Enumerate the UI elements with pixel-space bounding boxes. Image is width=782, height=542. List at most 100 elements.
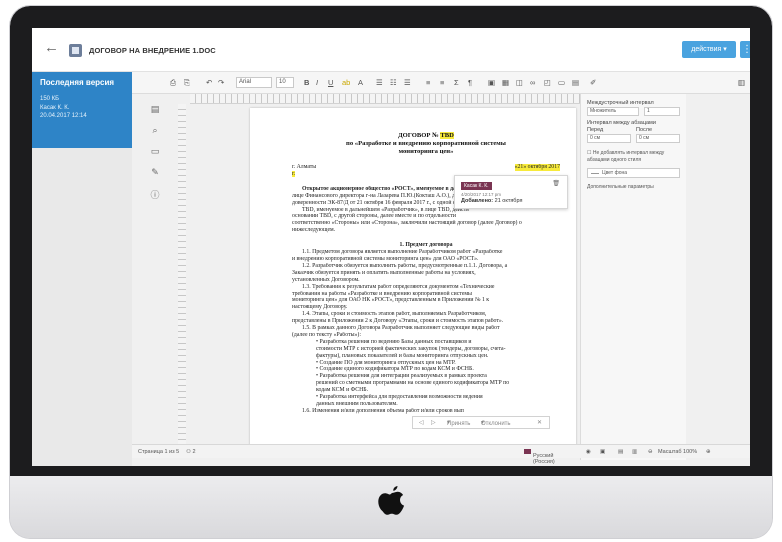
clause-line: 1.5. В рамках данного Договора Разработч… [302, 325, 500, 332]
textbox-icon[interactable]: ▭ [558, 78, 565, 88]
chart-icon[interactable]: ◫ [516, 78, 523, 88]
font-name-select[interactable]: Arial [236, 77, 272, 88]
review-icon[interactable]: ✎ [144, 167, 166, 188]
bullet-line: • Создание единого кодификатора МТР по к… [316, 366, 474, 373]
paragraph-spacing-labels: Перед После [587, 127, 680, 134]
underline-button[interactable]: U [328, 78, 333, 88]
more-button[interactable]: ⋮ [740, 41, 750, 58]
spellcheck-icon[interactable]: ◉ [586, 449, 591, 455]
paragraph-icon[interactable]: ¶ [468, 78, 472, 88]
horizontal-ruler[interactable] [190, 94, 642, 104]
panel-toggle-icon[interactable]: ▥ [738, 78, 745, 88]
bullet-line: стоимости МТР с историей фактических зак… [316, 345, 506, 352]
comment-date: 4/20/2017 12:17 pm [461, 192, 502, 197]
page-counter[interactable]: Страница 1 из 5 [138, 449, 179, 455]
link-icon[interactable]: ∞ [530, 78, 535, 88]
apple-logo-icon [378, 486, 405, 515]
left-tools: ▤ ⌕ ▭ ✎ ⓘ [144, 104, 166, 209]
redo-icon[interactable]: ↷ [218, 78, 224, 88]
align-center-icon[interactable]: ≡ [440, 78, 444, 88]
city-text: г. Алматы [292, 164, 317, 170]
advanced-settings-link[interactable]: Дополнительные параметры [587, 184, 680, 190]
section-title: 1. Предмет договора [399, 242, 453, 249]
language-label: Русский (Россия) [533, 453, 555, 465]
comment-author: Касак К. К. [461, 182, 492, 190]
shape-icon[interactable]: ◰ [544, 78, 551, 88]
version-panel[interactable]: Последняя версия 150 КБ Касак К. К. 20.0… [32, 72, 132, 148]
document-file-icon [69, 44, 82, 57]
users-icon[interactable]: ⚇ 2 [186, 449, 196, 455]
next-change-icon[interactable]: ▷ [431, 419, 436, 426]
same-style-checkbox[interactable]: ☐ Не добавлять интервал между абзацами о… [587, 150, 680, 163]
bold-button[interactable]: B [304, 78, 309, 88]
spacing-before-field[interactable]: 0 см [587, 134, 631, 143]
page-break-icon[interactable]: ▤ [572, 78, 579, 88]
bullet-line: • Разработка решения по ведению Базы дан… [316, 338, 472, 345]
copy-icon[interactable]: ⎘ [184, 78, 190, 88]
clause-line: и внедрению корпоративной системы монито… [292, 255, 479, 262]
city-date-line: г. Алматы «21» октября 2017 [292, 164, 560, 171]
actions-button[interactable]: действия ▾ [682, 41, 736, 58]
after-label: После [636, 127, 653, 133]
accept-label: Принять [447, 421, 471, 427]
clause-line: 1.3. Требования к результатам работ опре… [302, 283, 495, 290]
background-color-button[interactable]: Цвет фона [587, 168, 680, 178]
bullet-list-icon[interactable]: ☰ [376, 78, 383, 88]
undo-icon[interactable]: ↶ [206, 78, 212, 88]
track-changes-icon[interactable]: ▣ [600, 449, 605, 455]
bullet-line: • Разработка решения для интеграции реал… [316, 373, 487, 380]
italic-button[interactable]: I [316, 78, 318, 88]
zoom-level[interactable]: Масштаб 100% [658, 449, 697, 455]
zoom-out-icon[interactable]: ⊖ [648, 449, 653, 455]
zoom-in-icon[interactable]: ⊕ [706, 449, 711, 455]
party-line-7: нижеследующем. [292, 227, 336, 234]
app-header: ← ДОГОВОР НА ВНЕДРЕНИЕ 1.DOC действия ▾ … [32, 28, 750, 72]
document-page[interactable]: ДОГОВОР № TBD по «Разработке и внедрению… [250, 108, 576, 447]
search-icon[interactable]: ⌕ [144, 125, 166, 146]
spacing-after-field[interactable]: 0 см [636, 134, 680, 143]
back-arrow-icon[interactable]: ← [44, 40, 59, 55]
info-icon[interactable]: ⓘ [144, 188, 166, 209]
clause-line: представлены в Приложении 2 к Договору «… [292, 318, 504, 325]
accept-button[interactable]: Принять ▾ [447, 419, 470, 427]
close-review-button[interactable]: ✕ [537, 419, 542, 426]
language-indicator[interactable]: Русский (Россия) [524, 449, 555, 465]
clause-line: 1.6. Изменения и/или дополнения объема р… [302, 407, 464, 414]
table-icon[interactable]: ▦ [502, 78, 509, 88]
version-author: Касак К. К. [40, 104, 70, 111]
version-date: 20.04.2017 12:14 [40, 113, 87, 119]
font-size-select[interactable]: 10 [276, 77, 294, 88]
clear-format-icon[interactable]: ✐ [590, 78, 596, 88]
comment-popup[interactable]: Касак К. К. 🗑 4/20/2017 12:17 pm Добавле… [454, 175, 568, 209]
fit-page-icon[interactable]: ▤ [618, 449, 623, 455]
line-spacing-select[interactable]: Множитель [587, 107, 639, 116]
clause-line: (далее по тексту «Работы»): [292, 331, 361, 338]
vertical-ruler[interactable] [178, 104, 186, 446]
line-spacing-value[interactable]: 1 [644, 107, 680, 116]
formatting-toolbar: ⎙ ⎘ ↶ ↷ Arial 10 B I U ab A ☰ ☷ ☰ ≡ ≡ Σ [132, 72, 750, 94]
reject-button[interactable]: Отклонить ▾ [481, 419, 511, 427]
clause-line: 1.2. Разработчик обязуется выполнить раб… [302, 262, 508, 269]
comments-icon[interactable]: ▭ [144, 146, 166, 167]
save-icon[interactable]: ⎙ [170, 78, 176, 88]
party-line-6: соответственно «Стороны» или «Сторона», … [292, 220, 522, 227]
bullet-line: фактуры), плановых показателей и базы мо… [316, 352, 489, 359]
previous-change-icon[interactable]: ◁ [419, 419, 424, 426]
version-title: Последняя версия [40, 78, 115, 87]
clause-line: установленных Договором. [292, 276, 360, 283]
align-left-icon[interactable]: ≡ [426, 78, 430, 88]
highlight-icon[interactable]: ab [342, 78, 350, 88]
comment-label: Добавлено: [461, 198, 494, 204]
image-icon[interactable]: ▣ [488, 78, 495, 88]
trash-icon[interactable]: 🗑 [552, 180, 560, 187]
clause-line: требования на работы «Разработке и внедр… [292, 290, 472, 297]
navigation-icon[interactable]: ▤ [144, 104, 166, 125]
sigma-icon[interactable]: Σ [454, 78, 459, 88]
font-color-icon[interactable]: A [358, 78, 363, 88]
date-suffix-text: г. [292, 170, 296, 177]
numbered-list-icon[interactable]: ☷ [390, 78, 397, 88]
multilevel-list-icon[interactable]: ☰ [404, 78, 411, 88]
same-style-label: Не добавлять интервал между абзацами одн… [587, 150, 665, 163]
fit-width-icon[interactable]: ▥ [632, 449, 637, 455]
reject-label: Отклонить [481, 421, 511, 427]
